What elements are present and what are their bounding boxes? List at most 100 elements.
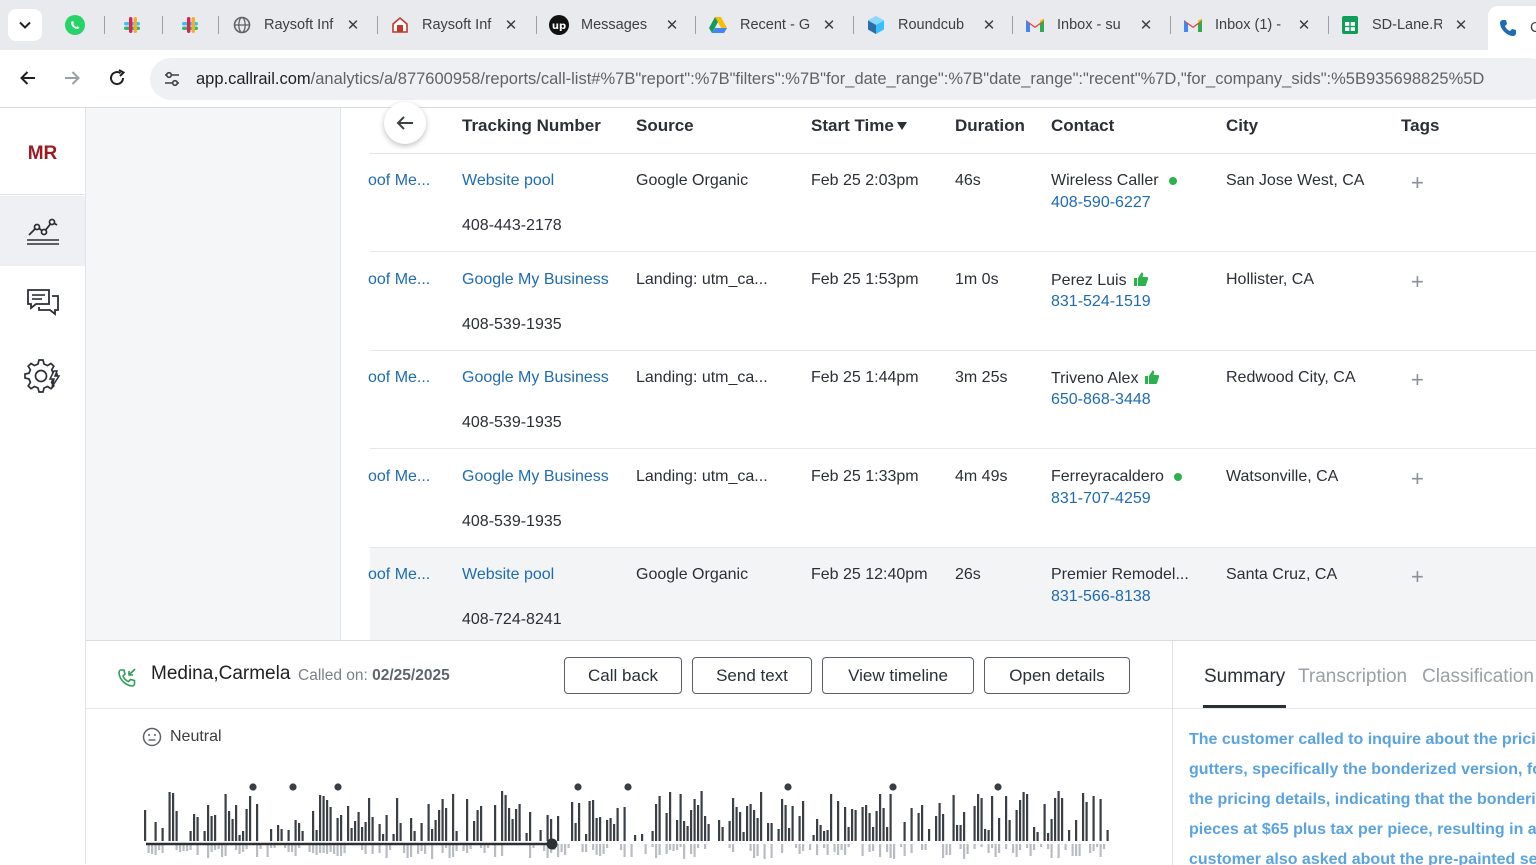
col-tracking-number[interactable]: Tracking Number (462, 116, 601, 136)
sidebar-item-conversations[interactable] (0, 268, 85, 338)
contact-name[interactable]: Premier Remodel... (1051, 566, 1189, 584)
send-text-button[interactable]: Send text (692, 657, 812, 694)
browser-tab[interactable]: Recent - G ✕ (698, 6, 848, 44)
back-fab-button[interactable] (384, 102, 426, 144)
col-city[interactable]: City (1226, 116, 1258, 136)
account-logo[interactable]: MR (0, 132, 85, 176)
call-audio-waveform[interactable] (142, 781, 1114, 865)
tab-transcription[interactable]: Transcription (1298, 666, 1407, 688)
arrow-left-icon (20, 71, 35, 85)
source: Google Organic (636, 172, 749, 189)
site-info-icon[interactable] (156, 63, 188, 95)
tracking-number: 408-539-1935 (462, 513, 562, 530)
open-details-button[interactable]: Open details (984, 657, 1130, 694)
contact-phone[interactable]: 831-707-4259 (1051, 490, 1151, 508)
close-tab-icon[interactable]: ✕ (342, 14, 364, 36)
contact-name[interactable]: Wireless Caller (1051, 172, 1177, 190)
col-duration[interactable]: Duration (955, 116, 1025, 136)
contact-name[interactable]: Perez Luis (1051, 271, 1149, 290)
col-source[interactable]: Source (636, 116, 694, 136)
tracking-source-name[interactable]: Website pool (462, 566, 554, 584)
address-bar[interactable]: app.callrail.com/analytics/a/877600958/r… (150, 58, 1536, 100)
company-name[interactable]: oof Me... (368, 369, 432, 387)
close-tab-icon[interactable]: ✕ (978, 14, 1000, 36)
tab-title: Roundcub (898, 17, 965, 33)
table-row[interactable]: oof Me... Google My Business 408-539-1935 L… (368, 351, 1536, 449)
tracking-source-name[interactable]: Google My Business (462, 271, 609, 289)
duration: 3m 25s (955, 369, 1008, 386)
add-tag-icon[interactable]: + (1411, 170, 1424, 196)
tracking-number: 408-724-8241 (462, 611, 562, 628)
tracking-source-name[interactable]: Website pool (462, 172, 554, 190)
thumbs-up-icon (1145, 370, 1160, 384)
sort-desc-icon (896, 122, 907, 130)
close-tab-icon[interactable]: ✕ (661, 14, 683, 36)
url-host: app.callrail.com (196, 69, 311, 88)
raysoft-icon (390, 15, 410, 35)
company-name[interactable]: oof Me... (368, 271, 432, 289)
company-name[interactable]: oof Me... (368, 566, 432, 584)
table-row[interactable]: oof Me... Google My Business 408-539-1935 L… (368, 450, 1536, 548)
status-dot-icon (1168, 176, 1177, 185)
summary-line: customer also asked about the pre-painte… (1189, 851, 1536, 865)
close-tab-icon[interactable]: ✕ (818, 14, 840, 36)
close-tab-icon[interactable]: ✕ (500, 14, 522, 36)
browser-tab[interactable]: SD-Lane.R ✕ (1330, 6, 1480, 44)
reload-button[interactable] (101, 62, 133, 94)
call-back-button[interactable]: Call back (564, 657, 682, 694)
browser-tab[interactable]: Roundcub ✕ (856, 6, 1008, 44)
summary-line: pieces at $65 plus tax per piece, result… (1189, 821, 1536, 838)
sentiment-label: Neutral (170, 728, 222, 745)
add-tag-icon[interactable]: + (1411, 564, 1424, 590)
browser-tab[interactable]: Raysoft Inf ✕ (380, 6, 530, 44)
pinned-tab-whatsapp[interactable] (61, 11, 89, 39)
col-start-time[interactable]: Start Time (811, 116, 908, 136)
company-name[interactable]: oof Me... (368, 468, 432, 486)
roundcube-icon (866, 15, 886, 35)
call-insights-panel: Summary Transcription Classification The… (1172, 641, 1536, 865)
contact-phone[interactable]: 831-524-1519 (1051, 293, 1151, 311)
view-timeline-button[interactable]: View timeline (822, 657, 974, 694)
city: San Jose West, CA (1226, 172, 1365, 189)
tab-search-button[interactable] (8, 9, 42, 41)
arrow-left-icon (396, 116, 413, 130)
col-contact[interactable]: Contact (1051, 116, 1114, 136)
browser-tab[interactable]: Inbox (1) - ✕ (1173, 6, 1323, 44)
start-time: Feb 25 1:33pm (811, 468, 919, 485)
close-tab-icon[interactable]: ✕ (1135, 14, 1157, 36)
start-time: Feb 25 12:40pm (811, 566, 928, 583)
browser-tab[interactable]: Raysoft Inf ✕ (222, 6, 372, 44)
tracking-source-name[interactable]: Google My Business (462, 468, 609, 486)
contact-phone[interactable]: 408-590-6227 (1051, 194, 1151, 212)
tracking-source-name[interactable]: Google My Business (462, 369, 609, 387)
contact-name[interactable]: Triveno Alex (1051, 369, 1160, 388)
sidebar-item-settings[interactable] (0, 340, 85, 410)
add-tag-icon[interactable]: + (1411, 466, 1424, 492)
add-tag-icon[interactable]: + (1411, 367, 1424, 393)
contact-name[interactable]: Ferreyracaldero (1051, 468, 1182, 486)
table-row[interactable]: oof Me... Website pool 408-724-8241 Google … (368, 548, 1536, 646)
sidebar: MR (0, 108, 86, 864)
start-time: Feb 25 1:44pm (811, 369, 919, 386)
contact-phone[interactable]: 650-868-3448 (1051, 391, 1151, 409)
close-tab-icon[interactable]: ✕ (1293, 14, 1315, 36)
browser-tab-active[interactable]: C (1488, 6, 1536, 50)
back-button[interactable] (12, 62, 44, 94)
pinned-tab-slack-2[interactable] (176, 11, 204, 39)
add-tag-icon[interactable]: + (1411, 269, 1424, 295)
browser-tab[interactable]: Inbox - su ✕ (1015, 6, 1165, 44)
tab-classification[interactable]: Classification (1422, 666, 1534, 688)
close-tab-icon[interactable]: ✕ (1450, 14, 1472, 36)
forward-button[interactable] (56, 62, 88, 94)
table-row[interactable]: oof Me... Google My Business 408-539-1935 L… (368, 253, 1536, 351)
pinned-tab-slack-1[interactable] (118, 11, 146, 39)
tab-summary[interactable]: Summary (1204, 666, 1285, 688)
table-row[interactable]: oof Me... Website pool 408-443-2178 Google … (368, 154, 1536, 252)
browser-tab[interactable]: up Messages ✕ (539, 6, 691, 44)
col-tags[interactable]: Tags (1401, 116, 1439, 136)
call-summary-text: The customer called to inquire about the… (1189, 725, 1536, 865)
company-name[interactable]: oof Me... (368, 172, 432, 190)
contact-phone[interactable]: 831-566-8138 (1051, 588, 1151, 606)
contact-name-text: Perez Luis (1051, 272, 1127, 289)
sidebar-item-analytics[interactable] (0, 196, 85, 266)
